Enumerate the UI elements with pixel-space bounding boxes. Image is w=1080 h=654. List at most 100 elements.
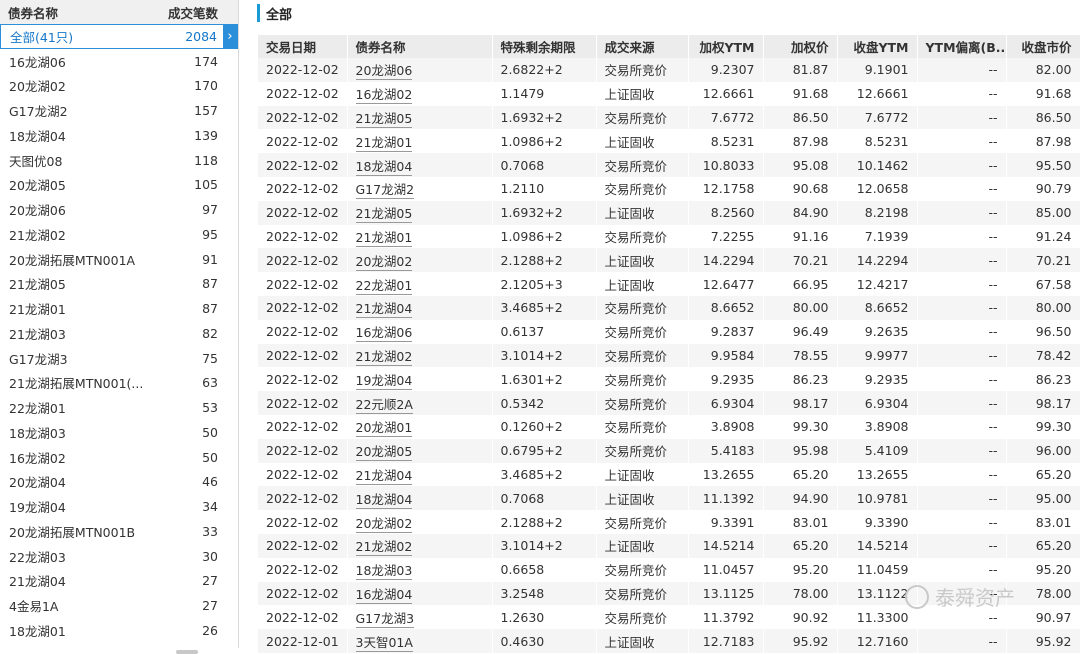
column-header-weighted-ytm[interactable]: 加权YTM: [688, 35, 764, 58]
table-row[interactable]: 2022-12-02 21龙湖05 1.6932+2 上证固收 8.2560 84.90 8…: [258, 200, 1080, 225]
bond-name-link[interactable]: 18龙湖04: [355, 158, 413, 176]
bond-name-link[interactable]: 21龙湖04: [355, 301, 413, 319]
bond-list-item[interactable]: 21龙湖02 95: [0, 222, 238, 247]
table-row[interactable]: 2022-12-02 21龙湖01 1.0986+2 交易所竞价 7.2255 91.16…: [258, 224, 1080, 249]
table-row[interactable]: 2022-12-02 18龙湖04 0.7068 上证固收 11.1392 94.90 10…: [258, 486, 1080, 511]
bond-list-item-all[interactable]: 全部(41只) 2084 ›: [0, 24, 238, 49]
table-row[interactable]: 2022-12-02 19龙湖04 1.6301+2 交易所竞价 9.2935 86.23…: [258, 367, 1080, 392]
bond-list-item[interactable]: 19龙湖04 34: [0, 494, 238, 519]
bond-list-item[interactable]: 21龙湖04 27: [0, 569, 238, 594]
table-row[interactable]: 2022-12-02 G17龙湖3 1.2630 交易所竞价 11.3792 90.92 1…: [258, 605, 1080, 630]
bond-name-column-header[interactable]: 债券名称: [0, 3, 130, 22]
bond-name-link[interactable]: 22龙湖01: [355, 277, 413, 295]
cell-weighted-price: 86.50: [763, 105, 838, 130]
table-row[interactable]: 2022-12-02 20龙湖06 2.6822+2 交易所竞价 9.2307 81.87…: [258, 58, 1080, 82]
bond-list-item[interactable]: 20龙湖拓展MTN001A 91: [0, 247, 238, 272]
table-row[interactable]: 2022-12-02 21龙湖05 1.6932+2 交易所竞价 7.6772 86.50…: [258, 105, 1080, 130]
table-row[interactable]: 2022-12-02 21龙湖01 1.0986+2 上证固收 8.5231 87.98 8…: [258, 129, 1080, 154]
chevron-right-icon[interactable]: ›: [223, 24, 237, 48]
table-row[interactable]: 2022-12-02 21龙湖02 3.1014+2 交易所竞价 9.9584 78.55…: [258, 343, 1080, 368]
cell-closing-price: 82.00: [1006, 58, 1080, 82]
table-row[interactable]: 2022-12-01 3天智01A 0.4630 上证固收 12.7183 95.92 12…: [258, 629, 1080, 653]
bond-name-link[interactable]: 20龙湖02: [355, 515, 413, 533]
table-row[interactable]: 2022-12-02 20龙湖05 0.6795+2 交易所竞价 5.4183 95.98…: [258, 438, 1080, 463]
column-header-closing-ytm[interactable]: 收盘YTM: [837, 35, 918, 58]
bond-list-item[interactable]: 21龙湖01 87: [0, 296, 238, 321]
cell-closing-ytm: 8.6652: [837, 295, 918, 320]
bond-list-item[interactable]: 4金易1A 27: [0, 593, 238, 618]
bond-name-link[interactable]: 21龙湖01: [355, 134, 413, 152]
bond-list-item[interactable]: G17龙湖2 157: [0, 98, 238, 123]
table-row[interactable]: 2022-12-02 22龙湖01 2.1205+3 上证固收 12.6477 66.95…: [258, 272, 1080, 296]
bond-name-link[interactable]: 19龙湖04: [355, 372, 413, 390]
trade-count-column-header[interactable]: 成交笔数: [130, 3, 238, 22]
bond-name-link[interactable]: 16龙湖04: [355, 586, 413, 604]
scrollbar-thumb[interactable]: [176, 650, 198, 654]
bond-name-link[interactable]: 21龙湖02: [355, 539, 413, 557]
bond-name-link[interactable]: 21龙湖02: [355, 348, 413, 366]
bond-list-item[interactable]: 20龙湖拓展MTN001B 33: [0, 519, 238, 544]
bond-name-link[interactable]: 18龙湖04: [355, 491, 413, 509]
table-row[interactable]: 2022-12-02 21龙湖02 3.1014+2 上证固收 14.5214 65.20…: [258, 533, 1080, 558]
table-row[interactable]: 2022-12-02 16龙湖02 1.1479 上证固收 12.6661 91.68 12…: [258, 81, 1080, 106]
column-header-trade-date[interactable]: 交易日期: [258, 35, 348, 58]
bond-list-item[interactable]: 18龙湖01 26: [0, 618, 238, 643]
cell-weighted-ytm: 9.2837: [688, 319, 764, 344]
cell-closing-ytm: 9.1901: [837, 58, 918, 82]
bond-list-item[interactable]: 21龙湖05 87: [0, 272, 238, 297]
table-row[interactable]: 2022-12-02 G17龙湖2 1.2110 交易所竞价 12.1758 90.68 1…: [258, 176, 1080, 201]
bond-list-item[interactable]: 20龙湖02 170: [0, 74, 238, 99]
table-row[interactable]: 2022-12-02 18龙湖03 0.6658 交易所竞价 11.0457 95.20 1…: [258, 557, 1080, 582]
bond-name-link[interactable]: G17龙湖2: [355, 182, 415, 200]
bond-list-item-name: G17龙湖3: [9, 351, 68, 367]
table-row[interactable]: 2022-12-02 20龙湖02 2.1288+2 上证固收 14.2294 70.21…: [258, 248, 1080, 273]
bond-name-link[interactable]: 16龙湖06: [355, 325, 413, 343]
bond-list-item[interactable]: 20龙湖04 46: [0, 470, 238, 495]
table-row[interactable]: 2022-12-02 20龙湖02 2.1288+2 交易所竞价 9.3391 83.01…: [258, 510, 1080, 534]
bond-list-item[interactable]: 20龙湖06 97: [0, 197, 238, 222]
column-header-bond-name[interactable]: 债券名称: [347, 35, 493, 58]
bond-list-item[interactable]: 22龙湖03 30: [0, 544, 238, 569]
table-row[interactable]: 2022-12-02 18龙湖04 0.7068 交易所竞价 10.8033 95.08 1…: [258, 153, 1080, 177]
bond-name-link[interactable]: 21龙湖01: [355, 229, 413, 247]
table-row[interactable]: 2022-12-02 20龙湖01 0.1260+2 交易所竞价 3.8908 99.30…: [258, 414, 1080, 439]
cell-special-remaining-term: 2.1288+2: [492, 248, 597, 273]
bond-list-item[interactable]: 18龙湖03 50: [0, 420, 238, 445]
bond-list-item[interactable]: 16龙湖06 174: [0, 49, 238, 74]
column-header-special-remaining-term[interactable]: 特殊剩余期限: [492, 35, 597, 58]
cell-trade-date: 2022-12-02: [258, 510, 348, 534]
column-header-trade-source[interactable]: 成交来源: [596, 35, 689, 58]
cell-trade-date: 2022-12-02: [258, 462, 348, 487]
bond-list-item[interactable]: 16龙湖02 50: [0, 445, 238, 470]
bond-name-link[interactable]: 21龙湖05: [355, 206, 413, 224]
table-row[interactable]: 2022-12-02 21龙湖04 3.4685+2 交易所竞价 8.6652 80.00…: [258, 295, 1080, 320]
bond-name-link[interactable]: 21龙湖05: [355, 110, 413, 128]
table-row[interactable]: 2022-12-02 16龙湖06 0.6137 交易所竞价 9.2837 96.49 9.…: [258, 319, 1080, 344]
bond-list-item[interactable]: G17龙湖3 75: [0, 346, 238, 371]
table-row[interactable]: 2022-12-02 16龙湖04 3.2548 交易所竞价 13.1125 78.00 1…: [258, 581, 1080, 606]
page-title-text: 全部: [266, 7, 293, 23]
bond-list-item[interactable]: 21龙湖03 82: [0, 321, 238, 346]
bond-list-item[interactable]: 天图优08 118: [0, 148, 238, 173]
column-header-weighted-price[interactable]: 加权价: [763, 35, 838, 58]
table-row[interactable]: 2022-12-02 21龙湖04 3.4685+2 上证固收 13.2655 65.20…: [258, 462, 1080, 487]
bond-name-link[interactable]: 21龙湖04: [355, 467, 413, 485]
bond-list-item[interactable]: 21龙湖拓展MTN001(... 63: [0, 371, 238, 396]
column-header-closing-price[interactable]: 收盘市价: [1006, 35, 1080, 58]
bond-list-item[interactable]: 18龙湖04 139: [0, 123, 238, 148]
bond-name-link[interactable]: 20龙湖02: [355, 253, 413, 271]
bond-name-link[interactable]: 18龙湖03: [355, 563, 413, 581]
column-header-ytm-deviation[interactable]: YTM偏离(B...: [917, 35, 1007, 58]
cell-trade-date: 2022-12-02: [258, 581, 348, 606]
bond-list-item[interactable]: 22龙湖01 53: [0, 395, 238, 420]
bond-name-link[interactable]: 20龙湖05: [355, 444, 413, 462]
bond-list-item[interactable]: 20龙湖05 105: [0, 173, 238, 198]
bond-name-link[interactable]: G17龙湖3: [355, 610, 415, 628]
bond-name-link[interactable]: 22元顺2A: [355, 396, 413, 414]
bond-name-link[interactable]: 16龙湖02: [355, 87, 413, 105]
bond-name-link[interactable]: 20龙湖06: [355, 63, 413, 81]
bond-list-item-count: 53: [202, 400, 218, 416]
bond-name-link[interactable]: 20龙湖01: [355, 420, 413, 438]
bond-name-link[interactable]: 3天智01A: [355, 634, 413, 652]
table-row[interactable]: 2022-12-02 22元顺2A 0.5342 交易所竞价 6.9304 98.17 6.…: [258, 391, 1080, 415]
